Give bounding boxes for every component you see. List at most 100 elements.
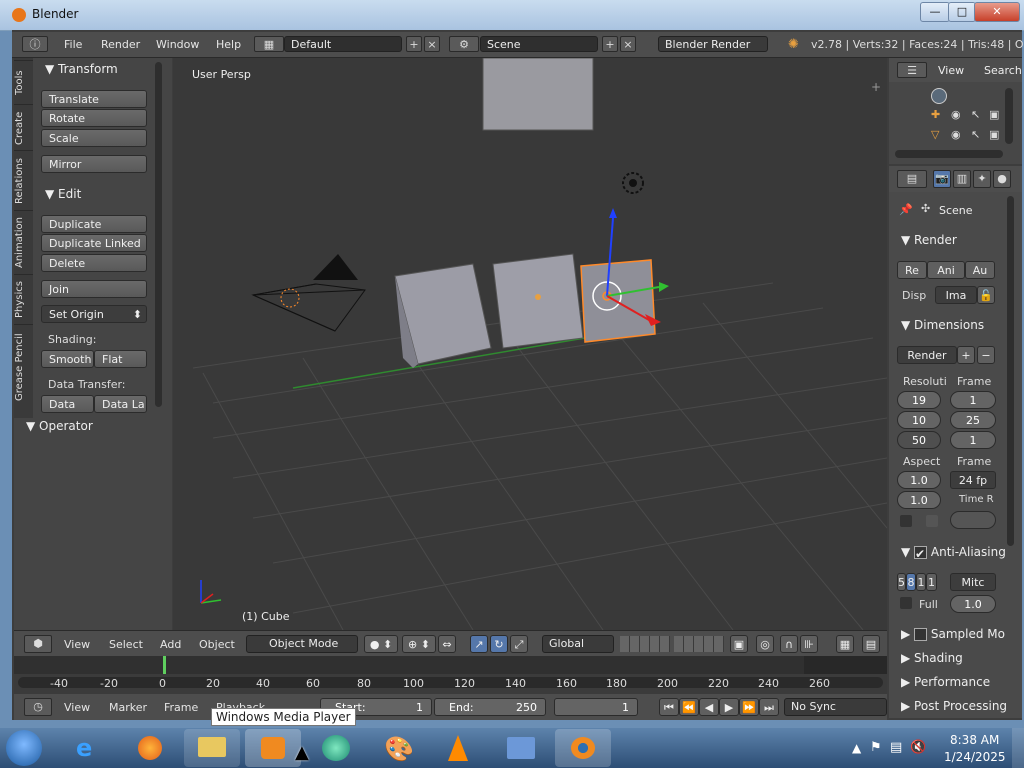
join-button[interactable]: Join bbox=[41, 280, 147, 298]
render-audio-button[interactable]: Au bbox=[965, 261, 995, 279]
info-editor-type-button[interactable]: ⓘ bbox=[22, 36, 48, 52]
file-explorer-icon[interactable] bbox=[184, 729, 240, 767]
remove-scene-button[interactable]: × bbox=[620, 36, 636, 52]
motion-blur-checkbox[interactable] bbox=[914, 628, 928, 641]
editor-type-icon[interactable]: ⬢ bbox=[24, 635, 52, 653]
pin-icon[interactable]: 📌 bbox=[899, 203, 913, 216]
blender-taskbar-icon[interactable] bbox=[555, 729, 611, 767]
show-desktop-button[interactable] bbox=[1012, 728, 1024, 768]
tray-expand-icon[interactable]: ▲ bbox=[852, 741, 861, 755]
select-cursor-icon[interactable]: ↖ bbox=[971, 108, 980, 121]
play-reverse-icon[interactable]: ◀ bbox=[699, 698, 719, 716]
aa-checkbox[interactable]: ✔ bbox=[914, 546, 928, 561]
tool-shelf-scrollbar[interactable] bbox=[155, 62, 162, 407]
lock-icon[interactable]: 🔓 bbox=[977, 286, 995, 304]
duplicate-button[interactable]: Duplicate bbox=[41, 215, 147, 233]
translate-manipulator-icon[interactable]: ↗ bbox=[470, 635, 488, 653]
proportional-edit-icon[interactable]: ◎ bbox=[756, 635, 774, 653]
render-panel-header[interactable]: ▼ Render bbox=[901, 233, 957, 247]
aa-sample-5[interactable]: 5 bbox=[897, 573, 906, 591]
tab-tools[interactable]: Tools bbox=[14, 60, 33, 105]
network-icon[interactable]: ▤ bbox=[890, 740, 902, 755]
frame-end-field[interactable]: 25 bbox=[950, 411, 996, 429]
network-tool-icon[interactable] bbox=[493, 729, 549, 767]
render-engine-select[interactable]: Blender Render bbox=[658, 36, 768, 52]
render-preview-icon[interactable]: ▦ bbox=[836, 635, 854, 653]
tab-animation[interactable]: Animation bbox=[14, 210, 33, 275]
action-center-icon[interactable]: ⚑ bbox=[870, 740, 882, 755]
frame-step-field[interactable]: 1 bbox=[950, 431, 996, 449]
layers-grid-2[interactable] bbox=[674, 636, 724, 652]
snap-element-icon[interactable]: ⊪ bbox=[800, 635, 818, 653]
vlc-icon[interactable] bbox=[430, 729, 486, 767]
aa-size-field[interactable]: 1.0 bbox=[950, 595, 996, 613]
outliner-hscroll[interactable] bbox=[895, 150, 1003, 158]
render-layers-tab-icon[interactable]: ▥ bbox=[953, 170, 971, 188]
data-layout-button[interactable]: Data La bbox=[94, 395, 147, 413]
resolution-y-field[interactable]: 10 bbox=[897, 411, 941, 429]
menu-help[interactable]: Help bbox=[216, 38, 241, 51]
performance-panel-header[interactable]: ▶ Performance bbox=[901, 675, 990, 689]
shading-panel-header[interactable]: ▶ Shading bbox=[901, 651, 963, 665]
remove-layout-button[interactable]: × bbox=[424, 36, 440, 52]
world-tab-icon[interactable]: ● bbox=[993, 170, 1011, 188]
end-frame-field[interactable]: End: 250 bbox=[434, 698, 546, 716]
properties-type-icon[interactable]: ▤ bbox=[897, 170, 927, 188]
sampled-motion-panel-header[interactable]: ▶ Sampled Mo bbox=[901, 627, 1005, 641]
render-animation-button[interactable]: Ani bbox=[927, 261, 965, 279]
border-checkbox[interactable] bbox=[900, 515, 912, 527]
visibility-eye-icon[interactable]: ◉ bbox=[951, 108, 961, 121]
menu-window[interactable]: Window bbox=[156, 38, 199, 51]
timeline-scrollbar[interactable] bbox=[18, 677, 883, 688]
duplicate-linked-button[interactable]: Duplicate Linked bbox=[41, 234, 147, 252]
render-icon-2[interactable]: ▣ bbox=[989, 128, 999, 141]
lock-camera-icon[interactable]: ▣ bbox=[730, 635, 748, 653]
render-image-button[interactable]: Re bbox=[897, 261, 927, 279]
firefox-icon[interactable] bbox=[122, 729, 178, 767]
visibility-eye-icon-2[interactable]: ◉ bbox=[951, 128, 961, 141]
media-center-icon[interactable] bbox=[308, 729, 364, 767]
tab-create[interactable]: Create bbox=[14, 104, 33, 151]
plus-icon[interactable]: + bbox=[871, 80, 881, 94]
scene-canvas[interactable] bbox=[173, 58, 887, 630]
windows-media-player-icon[interactable] bbox=[245, 729, 301, 767]
tab-relations[interactable]: Relations bbox=[14, 150, 33, 211]
add-scene-button[interactable]: + bbox=[602, 36, 618, 52]
outliner-scrollbar[interactable] bbox=[1005, 88, 1013, 144]
marker-menu[interactable]: Marker bbox=[109, 701, 147, 714]
anti-aliasing-panel-header[interactable]: ▼ ✔ Anti-Aliasing bbox=[901, 545, 1006, 561]
minimize-button[interactable]: — bbox=[920, 2, 950, 22]
internet-explorer-icon[interactable]: e bbox=[62, 729, 118, 767]
camera-icon[interactable]: ▽ bbox=[931, 128, 939, 141]
layout-field[interactable]: Default bbox=[284, 36, 402, 52]
object-mode-select[interactable]: Object Mode bbox=[246, 635, 358, 653]
menu-file[interactable]: File bbox=[64, 38, 82, 51]
jump-keyframe-forward-icon[interactable]: ⏩ bbox=[739, 698, 759, 716]
aspect-x-field[interactable]: 1.0 bbox=[897, 471, 941, 489]
object-menu[interactable]: Object bbox=[199, 638, 235, 651]
aa-filter-select[interactable]: Mitc bbox=[950, 573, 996, 591]
viewport-shading-select[interactable]: ● ⬍ bbox=[364, 635, 398, 653]
rotate-button[interactable]: Rotate bbox=[41, 109, 147, 127]
add-menu[interactable]: Add bbox=[160, 638, 181, 651]
sync-mode-select[interactable]: No Sync bbox=[784, 698, 887, 716]
aspect-y-field[interactable]: 1.0 bbox=[897, 491, 941, 509]
clock-time[interactable]: 8:38 AM bbox=[950, 733, 999, 747]
frame-menu[interactable]: Frame bbox=[164, 701, 198, 714]
jump-keyframe-back-icon[interactable]: ⏪ bbox=[679, 698, 699, 716]
transform-panel-header[interactable]: ▼ Transform bbox=[45, 62, 118, 76]
add-layout-button[interactable]: + bbox=[406, 36, 422, 52]
outliner-view-menu[interactable]: View bbox=[938, 64, 964, 77]
object-icon[interactable]: ✚ bbox=[931, 108, 940, 121]
opengl-render-icon[interactable]: ▤ bbox=[862, 635, 880, 653]
screen-layout-icon[interactable]: ▦ bbox=[254, 36, 284, 52]
close-button[interactable]: ✕ bbox=[974, 2, 1020, 22]
add-preset-button[interactable]: + bbox=[957, 346, 975, 364]
scene-field[interactable]: Scene bbox=[480, 36, 598, 52]
frame-start-field[interactable]: 1 bbox=[950, 391, 996, 409]
timeline-view-menu[interactable]: View bbox=[64, 701, 90, 714]
select-cursor-icon-2[interactable]: ↖ bbox=[971, 128, 980, 141]
clock-date[interactable]: 1/24/2025 bbox=[944, 750, 1006, 764]
dimensions-panel-header[interactable]: ▼ Dimensions bbox=[901, 318, 984, 332]
3d-viewport[interactable]: User Persp (1) Cube + bbox=[173, 58, 887, 630]
